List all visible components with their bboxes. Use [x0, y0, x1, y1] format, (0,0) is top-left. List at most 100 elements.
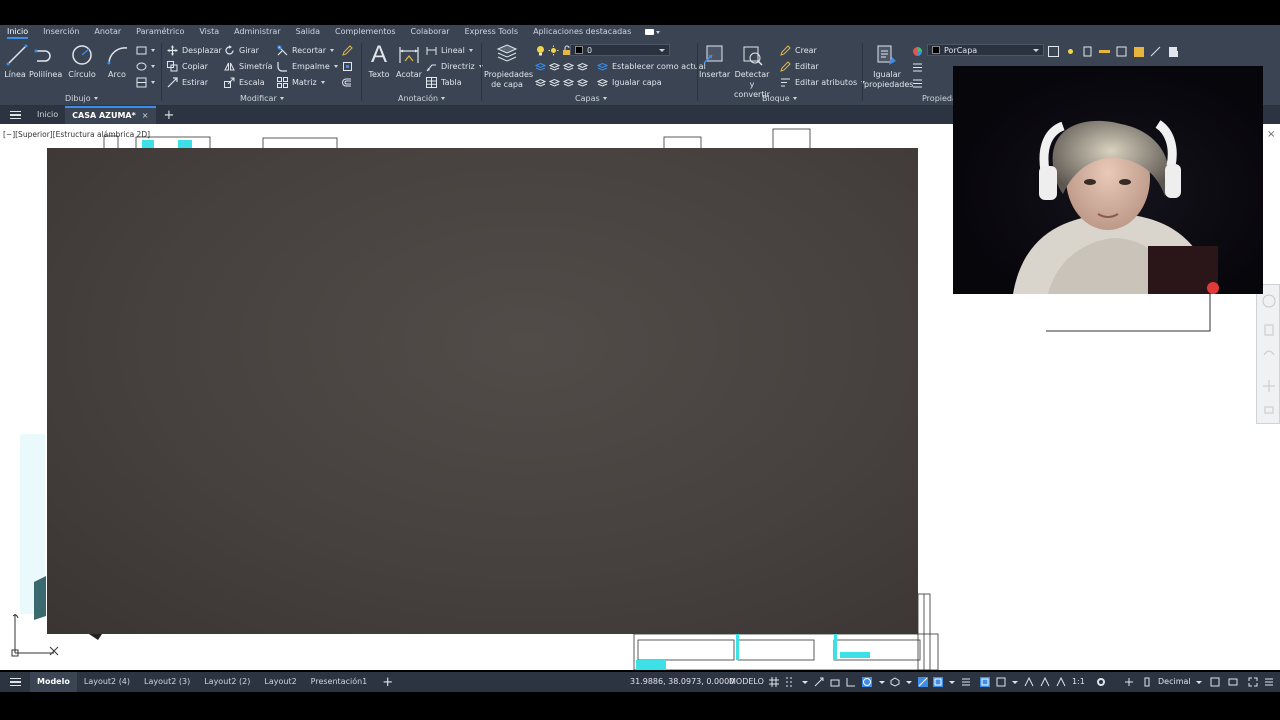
layer-previous-icon[interactable] — [563, 77, 574, 88]
menu-administrar[interactable]: Administrar — [227, 25, 289, 39]
rectangle-tool[interactable] — [136, 43, 155, 57]
chevron-down-icon[interactable] — [904, 677, 914, 687]
chevron-down-icon[interactable] — [800, 677, 810, 687]
selection-cycling-icon[interactable] — [996, 677, 1006, 687]
girar-tool[interactable]: Girar — [224, 43, 259, 57]
grid-icon[interactable] — [769, 677, 779, 687]
add-icon[interactable] — [1124, 677, 1134, 687]
layout-tab-layout2[interactable]: Layout2 — [257, 672, 303, 692]
menu-salida[interactable]: Salida — [289, 25, 328, 39]
acotar-tool[interactable]: Acotar — [396, 42, 422, 80]
propiedades-capa-tool[interactable]: Propiedades de capa — [484, 42, 533, 90]
layer-freeze-icon[interactable] — [563, 61, 574, 72]
color-wheel-button[interactable] — [912, 44, 923, 58]
status-menu-icon[interactable] — [0, 677, 30, 687]
chevron-down-icon[interactable] — [1010, 677, 1020, 687]
annotation-scale-auto-icon[interactable] — [1040, 677, 1050, 687]
layer-isolate-icon[interactable] — [535, 61, 546, 72]
layer-dropdown[interactable]: 0 — [570, 44, 670, 56]
chevron-down-icon[interactable] — [947, 677, 957, 687]
isometric-icon[interactable] — [890, 677, 900, 687]
modificar-panel-title[interactable]: Modificar — [240, 94, 284, 103]
tab-casa-azuma[interactable]: CASA AZUMA* × — [65, 106, 156, 124]
empalme-tool[interactable]: Empalme — [277, 59, 338, 73]
view-icon[interactable] — [1167, 46, 1178, 57]
units-icon[interactable] — [1142, 677, 1152, 687]
clipboard-icon[interactable] — [1116, 46, 1127, 57]
establecer-actual-button[interactable]: Establecer como actual — [597, 59, 706, 73]
annotation-scale-icon[interactable] — [1056, 677, 1066, 687]
transparency-icon-button[interactable] — [912, 76, 923, 90]
explode-tool[interactable] — [342, 59, 353, 73]
layout-tab-modelo[interactable]: Modelo — [30, 672, 77, 692]
layer-lock-icon[interactable] — [577, 61, 588, 72]
escala-tool[interactable]: Escala — [224, 75, 265, 89]
menu-express-tools[interactable]: Express Tools — [458, 25, 527, 39]
isolate-objects-icon[interactable] — [1228, 677, 1238, 687]
gear-icon[interactable] — [1096, 677, 1106, 687]
close-viewport-icon[interactable]: × — [1267, 130, 1276, 140]
recortar-tool[interactable]: Recortar — [277, 43, 335, 57]
gradient-tool[interactable] — [136, 75, 155, 89]
new-tab-button[interactable]: + — [156, 108, 183, 123]
igualar-propiedades-tool[interactable]: Igualar propiedades — [864, 42, 913, 90]
lineweight-icon[interactable] — [961, 677, 971, 687]
capas-panel-title[interactable]: Capas — [575, 94, 607, 103]
utilities-icon[interactable] — [1082, 46, 1093, 57]
layout-tab-presentacion1[interactable]: Presentación1 — [304, 672, 375, 692]
quick-properties-icon[interactable] — [1210, 677, 1220, 687]
hatch-tool[interactable] — [136, 59, 155, 73]
layout-tab-layout2-2[interactable]: Layout2 (2) — [197, 672, 257, 692]
dibujo-panel-title[interactable]: Dibujo — [65, 94, 98, 103]
annotation-visibility-icon[interactable] — [1024, 677, 1034, 687]
lightbulb-icon[interactable] — [535, 45, 546, 56]
polar-tracking-icon[interactable] — [862, 677, 872, 687]
menu-complementos[interactable]: Complementos — [328, 25, 403, 39]
dynamic-input-icon[interactable] — [830, 677, 840, 687]
bloque-panel-title[interactable]: Bloque — [762, 94, 797, 103]
detectar-convertir-tool[interactable]: Detectar y convertir — [732, 42, 772, 100]
sun-icon[interactable] — [548, 45, 559, 56]
menu-insercion[interactable]: Inserción — [36, 25, 87, 39]
layer-unisolate-icon[interactable] — [577, 77, 588, 88]
circulo-tool[interactable]: Círculo — [67, 42, 97, 80]
directriz-tool[interactable]: Directriz — [426, 59, 483, 73]
menu-aplicaciones-destacadas[interactable]: Aplicaciones destacadas — [526, 25, 639, 39]
editar-atributos-button[interactable]: Editar atributos — [780, 75, 866, 89]
anotacion-panel-title[interactable]: Anotación — [398, 94, 446, 103]
object-snap-icon[interactable] — [933, 677, 943, 687]
snap-icon[interactable] — [785, 677, 795, 687]
layout-tab-layout2-4[interactable]: Layout2 (4) — [77, 672, 137, 692]
measure-icon[interactable] — [1099, 46, 1110, 57]
ortho-icon[interactable] — [846, 677, 856, 687]
arco-tool[interactable]: Arco — [105, 42, 129, 80]
menu-colaborar[interactable]: Colaborar — [404, 25, 458, 39]
lineal-tool[interactable]: Lineal — [426, 43, 473, 57]
propiedades-panel-title[interactable]: Propieda — [922, 94, 957, 103]
infer-constraints-icon[interactable] — [814, 677, 824, 687]
transparency-icon[interactable] — [980, 677, 990, 687]
polilinea-tool[interactable]: Polilínea — [29, 42, 62, 80]
layout-tab-layout2-3[interactable]: Layout2 (3) — [137, 672, 197, 692]
customize-menu-icon[interactable] — [1264, 677, 1274, 687]
menu-parametrico[interactable]: Paramétrico — [129, 25, 192, 39]
linetype-icon-button[interactable] — [912, 60, 923, 74]
insertar-tool[interactable]: Insertar — [699, 42, 730, 80]
copiar-tool[interactable]: Copiar — [167, 59, 208, 73]
matriz-tool[interactable]: Matriz — [277, 75, 325, 89]
menu-inicio[interactable]: Inicio — [0, 25, 36, 39]
chevron-down-icon[interactable] — [877, 677, 887, 687]
layer-match-icon[interactable] — [549, 77, 560, 88]
tabla-tool[interactable]: Tabla — [426, 75, 462, 89]
linea-tool[interactable]: Línea — [4, 42, 28, 80]
estirar-tool[interactable]: Estirar — [167, 75, 208, 89]
close-icon[interactable]: × — [142, 111, 149, 120]
ribbon-options-button[interactable] — [645, 29, 661, 35]
crear-bloque-button[interactable]: Crear — [780, 43, 817, 57]
igualar-capa-button[interactable]: Igualar capa — [597, 75, 662, 89]
add-layout-button[interactable]: + — [374, 675, 401, 690]
groups-icon[interactable] — [1048, 45, 1059, 57]
units-dropdown[interactable]: Decimal — [1158, 672, 1191, 692]
layer-walk-icon[interactable] — [535, 77, 546, 88]
navigation-bar[interactable] — [1256, 284, 1280, 424]
